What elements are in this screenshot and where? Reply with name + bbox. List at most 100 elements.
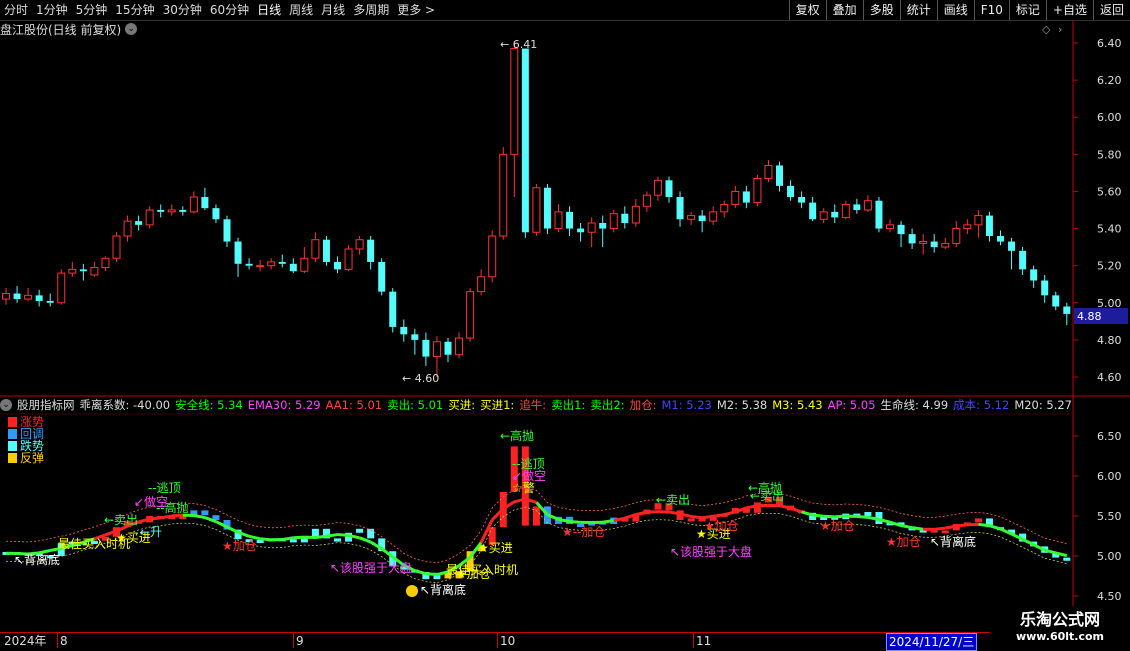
candle	[47, 294, 54, 307]
indicator-bar	[312, 529, 319, 537]
price-tick-label: 5.80	[1097, 148, 1122, 161]
indicator-annotations: ←高抛--逃顶↙做空☆警--逃顶↙做空--高抛←卖出★买进最佳买入时机↖背离底★…	[14, 428, 976, 597]
candle	[853, 199, 860, 214]
candle	[975, 210, 982, 238]
indicator-axis: 6.506.005.505.004.50	[1073, 430, 1122, 603]
trend-line-segment	[559, 519, 570, 521]
trend-line-segment	[161, 516, 172, 518]
trend-line-segment	[724, 512, 735, 515]
trend-line-segment	[945, 526, 956, 528]
price-tick-label: 5.60	[1097, 185, 1122, 198]
indicator-tick-label: 6.50	[1097, 430, 1122, 443]
trend-line-segment	[415, 571, 426, 574]
trend-line-segment	[647, 512, 658, 513]
candle	[776, 162, 783, 192]
month-tick	[57, 632, 58, 648]
candle	[909, 229, 916, 249]
candle	[688, 212, 695, 225]
candle	[710, 206, 717, 225]
date-month-8: 8	[60, 633, 68, 649]
candle	[389, 288, 396, 333]
candle	[433, 336, 440, 377]
trend-line-segment	[791, 508, 802, 512]
trend-line-segment	[989, 526, 1000, 529]
indicator-bar	[1063, 558, 1070, 561]
candle	[25, 288, 32, 301]
trend-line-segment	[868, 517, 879, 519]
candle	[135, 216, 142, 231]
price-tick-label: 6.40	[1097, 37, 1122, 50]
candle	[511, 41, 518, 197]
signal-annotation: ↖背离底	[420, 582, 466, 597]
indicator-bar	[688, 518, 695, 521]
candle	[798, 191, 805, 208]
candle	[964, 219, 971, 234]
candle	[754, 175, 761, 207]
signal-annotation: ←卖出	[104, 513, 138, 527]
trend-line-segment	[570, 521, 581, 522]
candle	[699, 210, 706, 232]
candle	[577, 223, 584, 242]
trend-line-segment	[813, 515, 824, 516]
trend-line-segment	[956, 525, 967, 526]
candle	[544, 184, 551, 234]
signal-annotation: ★加仓	[222, 539, 257, 553]
candle	[831, 204, 838, 223]
candle	[157, 204, 164, 217]
candle	[378, 258, 385, 295]
trend-line-segment	[802, 512, 813, 515]
chart-canvas[interactable]: 6.406.206.005.805.605.405.205.004.804.60…	[0, 0, 1130, 632]
signal-annotation: ←卖出	[750, 489, 784, 503]
signal-annotation: 最佳买入时机	[58, 537, 130, 551]
candle	[1052, 292, 1059, 311]
trend-line-segment	[326, 535, 337, 537]
candle	[124, 216, 131, 242]
price-tick-label: 6.20	[1097, 74, 1122, 87]
signal-annotation: ★加仓	[886, 535, 921, 549]
month-tick	[293, 632, 294, 648]
current-price: 4.88	[1077, 310, 1102, 323]
signal-annotation: ←高抛	[500, 428, 534, 443]
indicator-tick-label: 5.50	[1097, 510, 1122, 523]
candle	[1008, 238, 1015, 270]
trend-line-segment	[360, 538, 371, 542]
trend-line-segment	[934, 528, 945, 529]
candle	[235, 238, 242, 277]
trend-line-segment	[846, 516, 857, 517]
date-month-10: 10	[500, 633, 515, 649]
candle	[411, 329, 418, 355]
candle	[654, 177, 661, 201]
candlestick-series	[3, 41, 1071, 377]
candle	[732, 186, 739, 208]
watermark: 乐淘公式网 www.60lt.com	[990, 606, 1130, 648]
candle	[456, 332, 463, 358]
trend-line-segment	[669, 512, 680, 514]
candle	[301, 247, 308, 273]
signal-annotation: ←卖出	[656, 493, 690, 507]
indicator-tick-label: 6.00	[1097, 470, 1122, 483]
trend-line-segment	[901, 526, 912, 528]
candle	[69, 262, 76, 277]
indicator-bar	[975, 518, 982, 522]
candle	[1030, 266, 1037, 288]
trend-line-segment	[260, 539, 271, 540]
candle	[743, 186, 750, 208]
candle	[610, 210, 617, 232]
signal-annotation: ↖背离底	[930, 534, 976, 549]
date-cursor: 2024/11/27/三	[886, 633, 977, 651]
indicator-bar	[201, 510, 208, 515]
candle	[36, 290, 43, 307]
trend-line-segment	[150, 518, 161, 519]
caret-icon[interactable]: ›	[1058, 23, 1062, 36]
candle	[422, 332, 429, 365]
candle	[212, 204, 219, 223]
month-tick	[693, 632, 694, 648]
trend-line-segment	[702, 516, 713, 517]
candle	[599, 216, 606, 248]
diamond-icon[interactable]: ◇	[1042, 23, 1051, 36]
indicator-tick-label: 5.00	[1097, 550, 1122, 563]
candle	[787, 180, 794, 200]
candle	[887, 219, 894, 232]
frown-icon	[406, 585, 418, 597]
candle	[201, 188, 208, 210]
